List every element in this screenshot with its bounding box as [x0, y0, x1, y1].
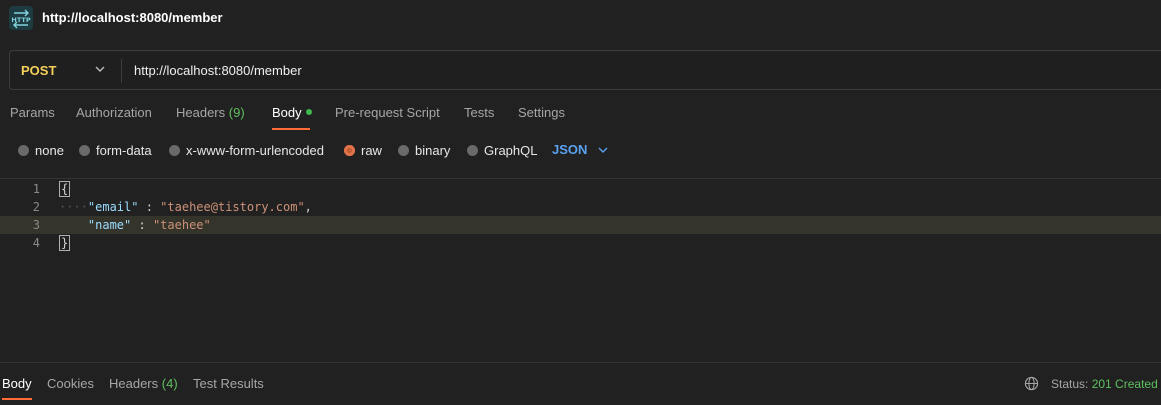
- title-bar: HTTP http://localhost:8080/member: [0, 0, 1161, 36]
- code-line: 4 }: [0, 234, 1161, 252]
- radio-label: none: [35, 142, 64, 158]
- json-value: "taehee": [152, 218, 211, 232]
- tab-prerequest-script[interactable]: Pre-request Script: [335, 105, 440, 120]
- tab-headers[interactable]: Headers (9): [176, 105, 245, 120]
- response-tab-headers[interactable]: Headers (4): [109, 376, 178, 391]
- line-number: 2: [32, 200, 40, 214]
- radio-label: GraphQL: [484, 142, 538, 158]
- status-value: 201 Created: [1091, 377, 1158, 391]
- format-label: JSON: [552, 142, 588, 157]
- response-headers-count-badge: (4): [161, 376, 178, 391]
- close-brace: }: [59, 235, 71, 251]
- radio-raw[interactable]: raw: [344, 142, 382, 158]
- radio-label: binary: [415, 142, 451, 158]
- chevron-down-icon[interactable]: [94, 63, 106, 78]
- radio-label: x-www-form-urlencoded: [186, 142, 324, 158]
- line-number: 1: [32, 182, 40, 196]
- http-icon: HTTP: [9, 6, 33, 30]
- radio-urlencoded[interactable]: x-www-form-urlencoded: [169, 142, 324, 158]
- radio-circle: [169, 144, 180, 156]
- code-line: 2 ····"email" : "taehee@tistory.com",: [0, 198, 1161, 216]
- method-select[interactable]: POST: [21, 63, 56, 78]
- tab-body-label: Body: [272, 105, 302, 120]
- radio-none[interactable]: none: [18, 142, 64, 158]
- radio-circle: [344, 144, 355, 156]
- code-line: 1 {: [0, 180, 1161, 198]
- response-tab-cookies[interactable]: Cookies: [47, 376, 94, 391]
- response-tab-headers-label: Headers: [109, 376, 159, 391]
- url-bar: POST http://localhost:8080/member: [9, 50, 1161, 90]
- tab-headers-label: Headers: [176, 105, 226, 120]
- chevron-down-icon: [598, 147, 608, 153]
- divider: [121, 59, 122, 83]
- json-value: "taehee@tistory.com": [160, 200, 305, 214]
- radio-graphql[interactable]: GraphQL: [467, 142, 537, 158]
- radio-circle: [18, 144, 29, 156]
- globe-icon[interactable]: [1024, 376, 1039, 394]
- body-editor[interactable]: 1 { 2 ····"email" : "taehee@tistory.com"…: [0, 178, 1161, 363]
- headers-count-badge: (9): [228, 105, 245, 120]
- radio-form-data[interactable]: form-data: [79, 142, 152, 158]
- json-separator: :: [131, 218, 153, 232]
- json-key: "email": [87, 200, 139, 214]
- status-label: Status:: [1051, 377, 1089, 391]
- radio-label: raw: [361, 142, 382, 158]
- line-number: 3: [32, 218, 40, 232]
- svg-text:HTTP: HTTP: [11, 16, 30, 24]
- tab-body[interactable]: Body: [272, 105, 312, 120]
- radio-circle: [398, 144, 409, 156]
- json-separator: :: [138, 200, 161, 214]
- response-tab-test-results[interactable]: Test Results: [193, 376, 264, 391]
- code-line-highlighted: 3 "name" : "taehee": [0, 216, 1161, 234]
- active-response-tab-underline: [2, 398, 32, 400]
- json-comma: ,: [304, 200, 312, 214]
- tab-authorization[interactable]: Authorization: [76, 105, 152, 120]
- active-tab-underline: [272, 128, 310, 130]
- response-status: Status: 201 Created: [1051, 377, 1158, 391]
- radio-circle: [79, 144, 90, 156]
- line-number: 4: [32, 236, 40, 250]
- url-input[interactable]: http://localhost:8080/member: [134, 63, 302, 78]
- tab-params[interactable]: Params: [10, 105, 55, 120]
- tab-tests[interactable]: Tests: [464, 105, 494, 120]
- request-title: http://localhost:8080/member: [42, 10, 223, 25]
- json-key: "name": [87, 218, 132, 232]
- response-tab-body[interactable]: Body: [2, 376, 32, 391]
- tab-settings[interactable]: Settings: [518, 105, 565, 120]
- radio-label: form-data: [96, 142, 152, 158]
- radio-circle: [467, 144, 478, 156]
- body-indicator-dot: [305, 109, 312, 115]
- open-brace: {: [59, 181, 71, 197]
- format-select[interactable]: JSON: [552, 142, 609, 157]
- radio-binary[interactable]: binary: [398, 142, 450, 158]
